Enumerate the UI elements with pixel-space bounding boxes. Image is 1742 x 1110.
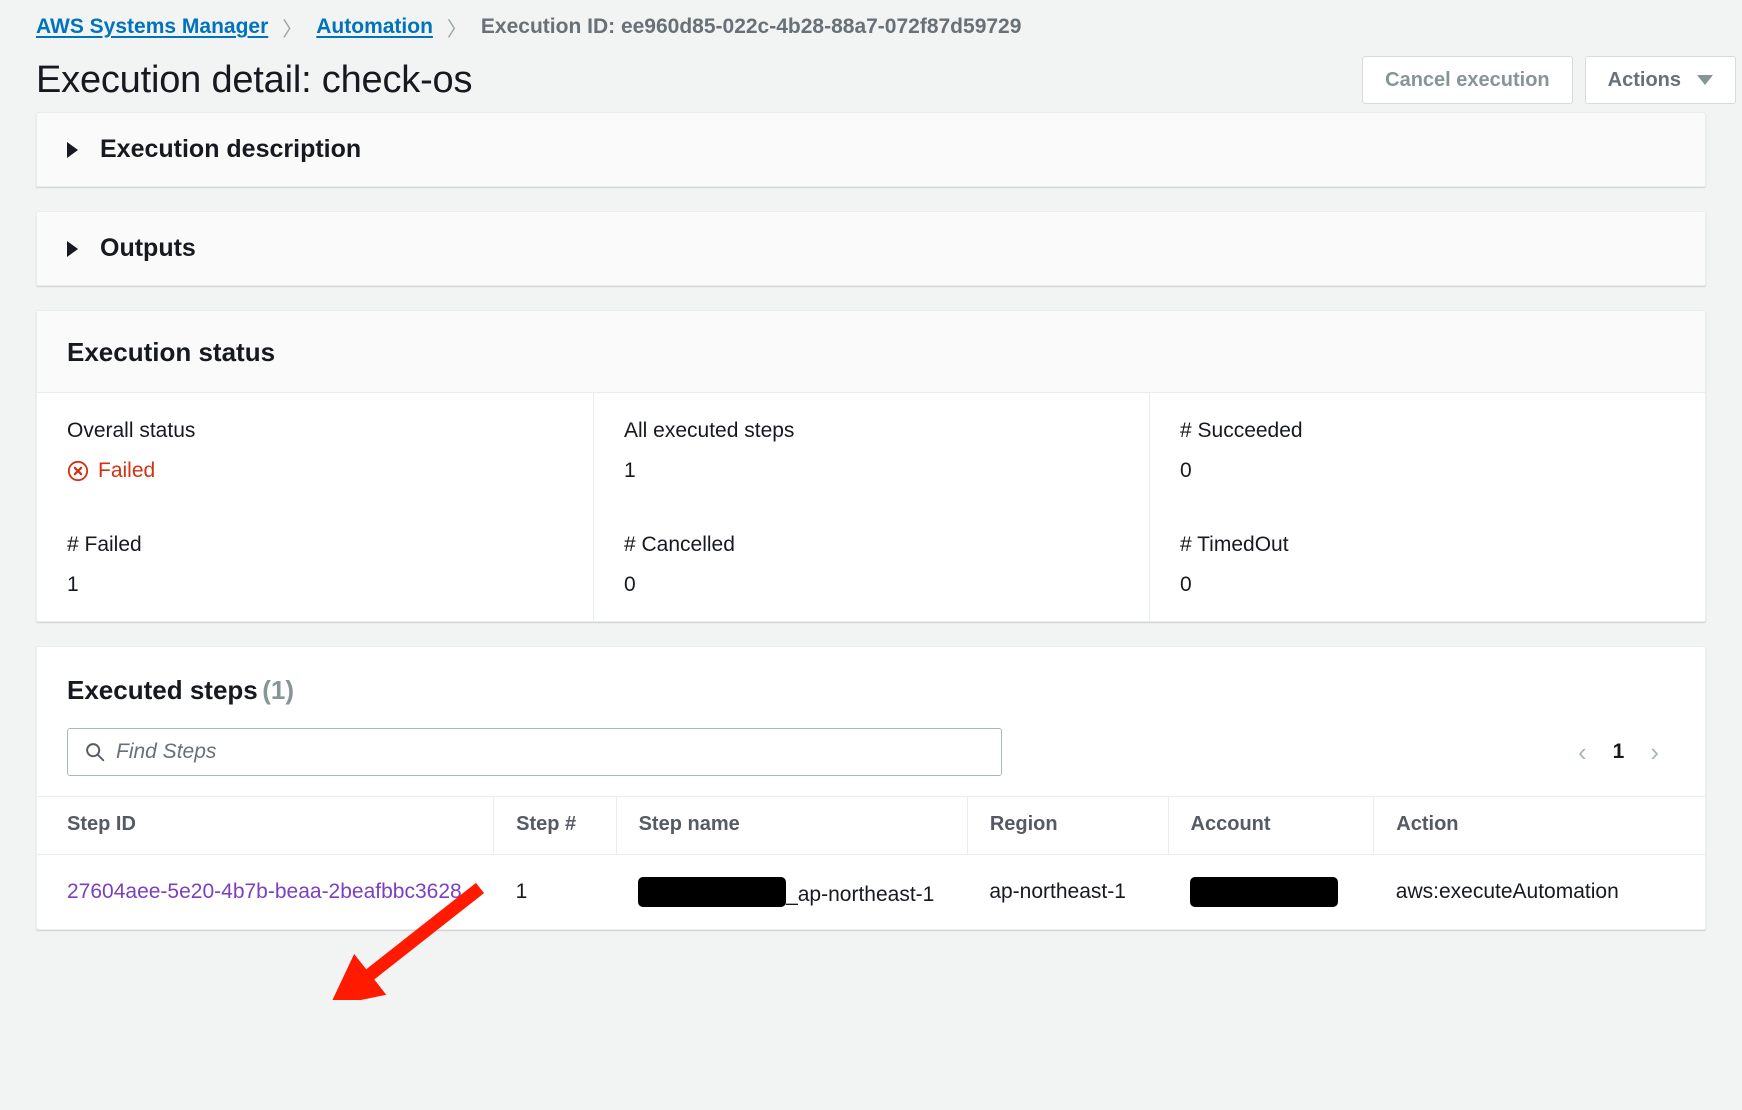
header-actions: Cancel execution Actions [1362, 56, 1736, 104]
status-cell-timedout: # TimedOut 0 [1149, 507, 1705, 621]
outputs-toggle[interactable]: Outputs [37, 212, 1705, 285]
cell-action: aws:executeAutomation [1395, 880, 1619, 903]
status-value: 1 [624, 459, 636, 482]
page-title: Execution detail: check-os [36, 58, 473, 101]
status-value: 0 [1180, 459, 1192, 482]
execution-status-header: Execution status [37, 311, 1705, 393]
breadcrumb-item-execution-id: Execution ID: ee960d85-022c-4b28-88a7-07… [480, 15, 1022, 38]
column-header-step-id[interactable]: Step ID [37, 796, 494, 855]
actions-button[interactable]: Actions [1584, 56, 1736, 104]
table-header-row: Step ID Step # Step name Region Account … [37, 796, 1705, 855]
executed-steps-title: Executed steps [67, 675, 258, 705]
step-id-link[interactable]: 27604aee-5e20-4b7b-beaa-2beafbbc3628 [67, 880, 462, 903]
execution-status-card: Execution status Overall status Failed A… [36, 310, 1706, 622]
search-input[interactable] [116, 740, 1001, 764]
executed-steps-table: Step ID Step # Step name Region Account … [37, 796, 1705, 929]
status-cell-cancelled: # Cancelled 0 [593, 507, 1149, 621]
cell-step-number: 1 [515, 880, 528, 903]
pagination-page-number[interactable]: 1 [1613, 740, 1625, 764]
status-badge-failed: Failed [67, 459, 563, 483]
column-header-step-name[interactable]: Step name [615, 796, 968, 855]
cell-account [1168, 855, 1374, 930]
redaction-bar [638, 877, 787, 907]
find-steps-search-box[interactable] [67, 728, 1002, 776]
pagination: ‹ 1 › [1578, 739, 1675, 765]
status-label: # Succeeded [1180, 419, 1303, 442]
execution-status-title: Execution status [67, 337, 276, 367]
redaction-bar [1190, 877, 1339, 907]
outputs-title: Outputs [100, 234, 196, 262]
cell-step-name: _ap-northeast-1 [616, 855, 967, 930]
chevron-down-icon [1697, 75, 1713, 85]
execution-status-grid: Overall status Failed All executed steps… [37, 393, 1705, 621]
status-label: # Failed [67, 533, 142, 556]
breadcrumb-item-systems-manager[interactable]: AWS Systems Manager [36, 15, 268, 39]
column-header-step-num[interactable]: Step # [493, 796, 617, 855]
status-value: 0 [624, 573, 636, 596]
column-header-action[interactable]: Action [1373, 796, 1705, 855]
outputs-card: Outputs [36, 211, 1706, 286]
status-cell-succeeded: # Succeeded 0 [1149, 393, 1705, 507]
execution-description-card: Execution description [36, 112, 1706, 187]
breadcrumb-separator-icon: 〉 [282, 18, 303, 41]
status-label: # TimedOut [1180, 533, 1289, 556]
execution-description-title: Execution description [100, 135, 362, 163]
status-label: Overall status [67, 419, 196, 442]
breadcrumb-item-automation[interactable]: Automation [316, 15, 433, 39]
cell-step-id: 27604aee-5e20-4b7b-beaa-2beafbbc3628 [37, 855, 494, 930]
status-cell-failed: # Failed 1 [37, 507, 593, 621]
status-value: 0 [1180, 573, 1192, 596]
status-value: Failed [98, 459, 156, 482]
chevron-right-icon [67, 240, 78, 257]
chevron-right-icon [67, 141, 78, 158]
execution-description-toggle[interactable]: Execution description [37, 113, 1705, 186]
executed-steps-card: Executed steps (1) ‹ 1 › Step ID Step # … [36, 646, 1706, 930]
search-icon [86, 743, 105, 762]
pagination-previous-icon[interactable]: ‹ [1578, 739, 1587, 765]
status-cell-overall-status: Overall status Failed [37, 393, 593, 507]
column-header-account[interactable]: Account [1167, 796, 1374, 855]
step-name-suffix: _ap-northeast-1 [786, 883, 935, 906]
page-header: Execution detail: check-os Cancel execut… [0, 44, 1742, 112]
breadcrumb: AWS Systems Manager 〉 Automation 〉 Execu… [0, 0, 1742, 44]
cell-region: ap-northeast-1 [989, 880, 1126, 903]
executed-steps-header: Executed steps (1) [37, 647, 1705, 706]
executed-steps-count: (1) [262, 675, 294, 705]
executed-steps-controls: ‹ 1 › [37, 706, 1705, 796]
error-circle-icon [67, 460, 89, 482]
actions-label: Actions [1607, 68, 1681, 91]
table-row: 27604aee-5e20-4b7b-beaa-2beafbbc3628 1 _… [37, 855, 1705, 930]
status-value: 1 [67, 573, 79, 596]
breadcrumb-separator-icon: 〉 [446, 18, 467, 41]
cancel-execution-button[interactable]: Cancel execution [1362, 56, 1573, 104]
status-label: All executed steps [624, 419, 795, 442]
column-header-region[interactable]: Region [966, 796, 1169, 855]
pagination-next-icon[interactable]: › [1650, 739, 1659, 765]
status-cell-all-executed-steps: All executed steps 1 [593, 393, 1149, 507]
status-label: # Cancelled [624, 533, 735, 556]
cancel-execution-label: Cancel execution [1385, 68, 1550, 91]
